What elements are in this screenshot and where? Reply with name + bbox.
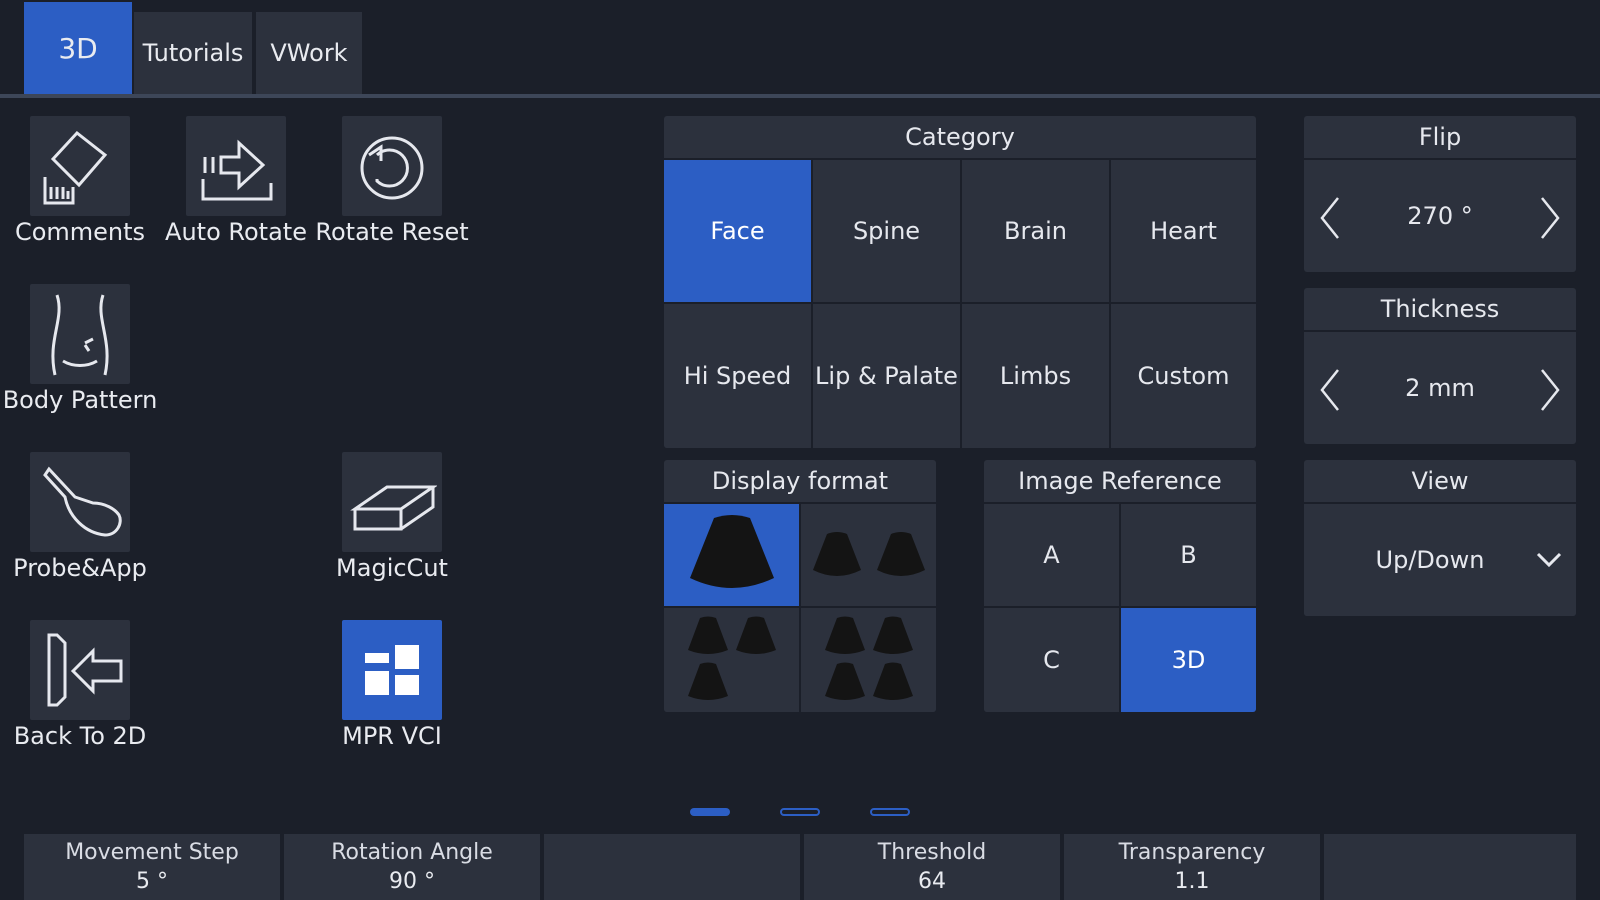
param-empty-1 xyxy=(544,834,800,900)
param-empty-2 xyxy=(1324,834,1576,900)
view-value: Up/Down xyxy=(1375,546,1485,574)
category-heart[interactable]: Heart xyxy=(1111,160,1256,302)
param-value: 64 xyxy=(918,869,946,894)
grid-divider xyxy=(1119,504,1121,712)
back-arrow-icon xyxy=(30,620,130,720)
image-ref-b[interactable]: B xyxy=(1121,504,1256,606)
probe-app-label: Probe&App xyxy=(13,554,147,582)
category-custom[interactable]: Custom xyxy=(1111,304,1256,448)
flip-decrease-button[interactable] xyxy=(1310,188,1350,248)
display-format-2plus1[interactable] xyxy=(664,608,799,712)
rotate-reset-label: Rotate Reset xyxy=(315,218,469,246)
image-reference-panel: Image Reference A B C 3D xyxy=(984,460,1256,712)
flip-value: 270 ° xyxy=(1407,202,1473,230)
rotate-reset-button[interactable]: Rotate Reset xyxy=(312,116,472,246)
category-title: Category xyxy=(664,116,1256,160)
grid-divider xyxy=(799,504,801,712)
image-ref-c[interactable]: C xyxy=(984,608,1119,712)
mpr-vci-button[interactable]: MPR VCI xyxy=(312,620,472,750)
single-sector-icon xyxy=(689,515,774,588)
tab-tutorials[interactable]: Tutorials xyxy=(134,12,252,94)
param-value: 5 ° xyxy=(136,869,168,894)
param-value: 1.1 xyxy=(1174,869,1210,894)
display-format-1x1[interactable] xyxy=(664,504,799,606)
display-format-panel: Display format xyxy=(664,460,936,712)
category-hi-speed[interactable]: Hi Speed xyxy=(664,304,811,448)
page-indicator-1[interactable] xyxy=(690,808,730,816)
param-name: Transparency xyxy=(1118,840,1266,865)
category-face[interactable]: Face xyxy=(664,160,811,302)
param-movement-step[interactable]: Movement Step 5 ° xyxy=(24,834,280,900)
param-threshold[interactable]: Threshold 64 xyxy=(804,834,1060,900)
mpr-vci-label: MPR VCI xyxy=(342,722,442,750)
chevron-down-icon xyxy=(1536,552,1562,568)
tab-3d[interactable]: 3D xyxy=(24,2,132,94)
auto-rotate-button[interactable]: Auto Rotate xyxy=(156,116,316,246)
grid-divider xyxy=(984,606,1256,608)
display-format-2x2[interactable] xyxy=(801,608,936,712)
page-indicator-2[interactable] xyxy=(780,808,820,816)
probe-icon xyxy=(30,452,130,552)
quad-sector-icon xyxy=(824,616,913,700)
param-name: Movement Step xyxy=(65,840,239,865)
image-reference-title: Image Reference xyxy=(984,460,1256,504)
param-name: Rotation Angle xyxy=(331,840,493,865)
chevron-right-icon xyxy=(1541,197,1560,239)
body-pattern-icon xyxy=(30,284,130,384)
flip-increase-button[interactable] xyxy=(1530,188,1570,248)
magiccut-icon xyxy=(342,452,442,552)
magiccut-label: MagicCut xyxy=(336,554,448,582)
chevron-left-icon xyxy=(1320,369,1339,411)
view-dropdown[interactable]: Up/Down xyxy=(1304,504,1576,616)
auto-rotate-icon xyxy=(186,116,286,216)
mpr-vci-icon xyxy=(342,620,442,720)
grid-divider xyxy=(664,302,1256,304)
probe-app-button[interactable]: Probe&App xyxy=(0,452,160,582)
body-pattern-button[interactable]: Body Pattern xyxy=(0,284,160,414)
category-brain[interactable]: Brain xyxy=(962,160,1109,302)
param-rotation-angle[interactable]: Rotation Angle 90 ° xyxy=(284,834,540,900)
grid-divider xyxy=(1109,160,1111,448)
thickness-panel: Thickness 2 mm xyxy=(1304,288,1576,444)
grid-divider xyxy=(811,160,813,448)
body-pattern-label: Body Pattern xyxy=(2,386,158,414)
comments-button[interactable]: Comments xyxy=(0,116,160,246)
image-ref-3d[interactable]: 3D xyxy=(1121,608,1256,712)
tab-divider xyxy=(0,94,1600,98)
display-format-1x2[interactable] xyxy=(801,504,936,606)
back-to-2d-label: Back To 2D xyxy=(13,722,147,750)
thickness-increase-button[interactable] xyxy=(1530,360,1570,420)
flip-title: Flip xyxy=(1304,116,1576,160)
thickness-decrease-button[interactable] xyxy=(1310,360,1350,420)
view-panel: View Up/Down xyxy=(1304,460,1576,616)
category-limbs[interactable]: Limbs xyxy=(962,304,1109,448)
grid-divider xyxy=(664,606,936,608)
rotate-reset-icon xyxy=(342,116,442,216)
thickness-title: Thickness xyxy=(1304,288,1576,332)
display-format-title: Display format xyxy=(664,460,936,504)
triple-sector-icon xyxy=(687,616,776,700)
category-panel: Category Face Spine Brain Heart Hi Speed… xyxy=(664,116,1256,448)
chevron-left-icon xyxy=(1320,197,1339,239)
image-ref-a[interactable]: A xyxy=(984,504,1119,606)
comments-label: Comments xyxy=(14,218,146,246)
auto-rotate-label: Auto Rotate xyxy=(165,218,307,246)
flip-panel: Flip 270 ° xyxy=(1304,116,1576,272)
magiccut-button[interactable]: MagicCut xyxy=(312,452,472,582)
param-name: Threshold xyxy=(877,840,987,865)
page-indicator-3[interactable] xyxy=(870,808,910,816)
category-spine[interactable]: Spine xyxy=(813,160,960,302)
param-transparency[interactable]: Transparency 1.1 xyxy=(1064,834,1320,900)
tab-vwork[interactable]: VWork xyxy=(256,12,362,94)
comments-icon xyxy=(30,116,130,216)
view-title: View xyxy=(1304,460,1576,504)
dual-sector-icon xyxy=(812,532,925,576)
param-value: 90 ° xyxy=(389,869,435,894)
thickness-value: 2 mm xyxy=(1405,374,1475,402)
category-lip-palate[interactable]: Lip & Palate xyxy=(813,304,960,448)
chevron-right-icon xyxy=(1541,369,1560,411)
back-to-2d-button[interactable]: Back To 2D xyxy=(0,620,160,750)
grid-divider xyxy=(960,160,962,448)
